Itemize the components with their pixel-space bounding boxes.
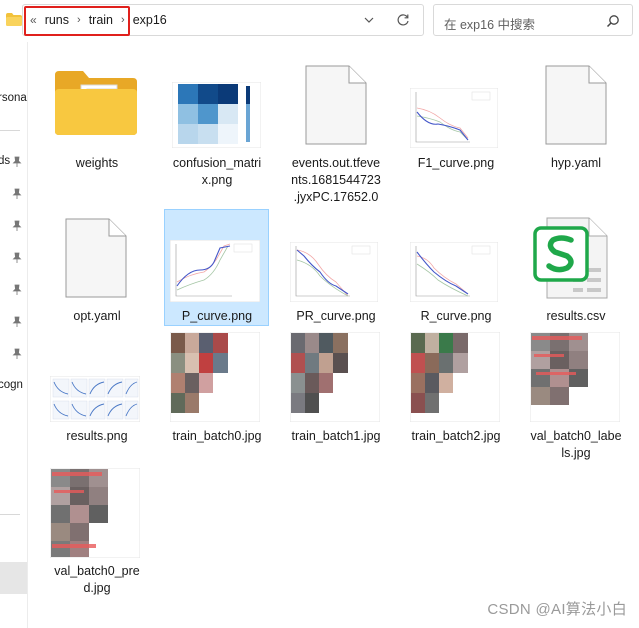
- search-icon[interactable]: [606, 14, 620, 28]
- pin-icon[interactable]: [12, 188, 22, 200]
- search-box[interactable]: 在 exp16 中搜索: [433, 4, 633, 36]
- file-label-p-curve[interactable]: P_curve.png: [164, 308, 270, 325]
- file-label-val-batch0-labels[interactable]: val_batch0_labe ls.jpg: [523, 428, 629, 462]
- image-thumbnail[interactable]: [170, 332, 260, 422]
- image-thumbnail[interactable]: [530, 332, 620, 422]
- file-label-train-batch2[interactable]: train_batch2.jpg: [403, 428, 509, 445]
- refresh-icon[interactable]: [395, 12, 411, 28]
- file-label-results-csv[interactable]: results.csv: [523, 308, 629, 325]
- pin-icon[interactable]: [12, 316, 22, 328]
- folder-icon: [6, 13, 22, 26]
- nav-item-downloads[interactable]: ds: [0, 155, 10, 167]
- file-label-val-batch0-pred[interactable]: val_batch0_pre d.jpg: [44, 563, 150, 597]
- pin-icon[interactable]: [12, 220, 22, 232]
- navigation-pane: rsona ds cogn: [0, 42, 28, 628]
- nav-item-recognition[interactable]: cogn: [0, 379, 23, 391]
- pin-icon[interactable]: [12, 156, 22, 168]
- watermark: CSDN @AI算法小白: [487, 601, 627, 618]
- file-label-events[interactable]: events.out.tfeve nts.1681544723 .jyxPC.1…: [283, 155, 389, 206]
- curve-thumbnail[interactable]: [290, 242, 378, 302]
- nav-item-personal[interactable]: rsona: [0, 92, 27, 104]
- curve-thumbnail[interactable]: [410, 242, 498, 302]
- file-label-hyp-yaml[interactable]: hyp.yaml: [523, 155, 629, 172]
- document-icon[interactable]: [65, 218, 127, 298]
- file-label-pr-curve[interactable]: PR_curve.png: [283, 308, 389, 325]
- pin-icon[interactable]: [12, 348, 22, 360]
- curve-thumbnail[interactable]: [170, 240, 260, 302]
- nav-divider: [0, 514, 20, 515]
- pin-icon[interactable]: [12, 284, 22, 296]
- folder-icon[interactable]: [53, 69, 139, 137]
- file-label-train-batch1[interactable]: train_batch1.jpg: [283, 428, 389, 445]
- spreadsheet-icon[interactable]: [533, 216, 609, 300]
- file-label-weights[interactable]: weights: [44, 155, 150, 172]
- pin-icon[interactable]: [12, 252, 22, 264]
- annotation-highlight-box: [24, 6, 130, 36]
- file-label-results-png[interactable]: results.png: [44, 428, 150, 445]
- file-label-confusion-matrix[interactable]: confusion_matri x.png: [164, 155, 270, 189]
- file-label-train-batch0[interactable]: train_batch0.jpg: [164, 428, 270, 445]
- file-label-opt-yaml[interactable]: opt.yaml: [44, 308, 150, 325]
- nav-item-selected[interactable]: [0, 562, 27, 594]
- results-plot-thumbnail[interactable]: [50, 376, 140, 422]
- document-icon[interactable]: [545, 65, 607, 145]
- confusion-matrix-thumbnail[interactable]: [172, 82, 261, 148]
- file-label-f1-curve[interactable]: F1_curve.png: [403, 155, 509, 172]
- breadcrumb-exp16[interactable]: exp16: [133, 13, 167, 27]
- curve-thumbnail[interactable]: [410, 88, 498, 148]
- image-thumbnail[interactable]: [290, 332, 380, 422]
- image-thumbnail[interactable]: [50, 468, 140, 558]
- image-thumbnail[interactable]: [410, 332, 500, 422]
- chevron-down-icon[interactable]: [362, 13, 376, 27]
- address-toolbar: « runs › train › exp16 在 exp16 中搜索: [0, 0, 639, 42]
- search-input[interactable]: 在 exp16 中搜索: [444, 14, 535, 33]
- document-icon[interactable]: [305, 65, 367, 145]
- file-label-r-curve[interactable]: R_curve.png: [403, 308, 509, 325]
- nav-divider: [0, 130, 20, 131]
